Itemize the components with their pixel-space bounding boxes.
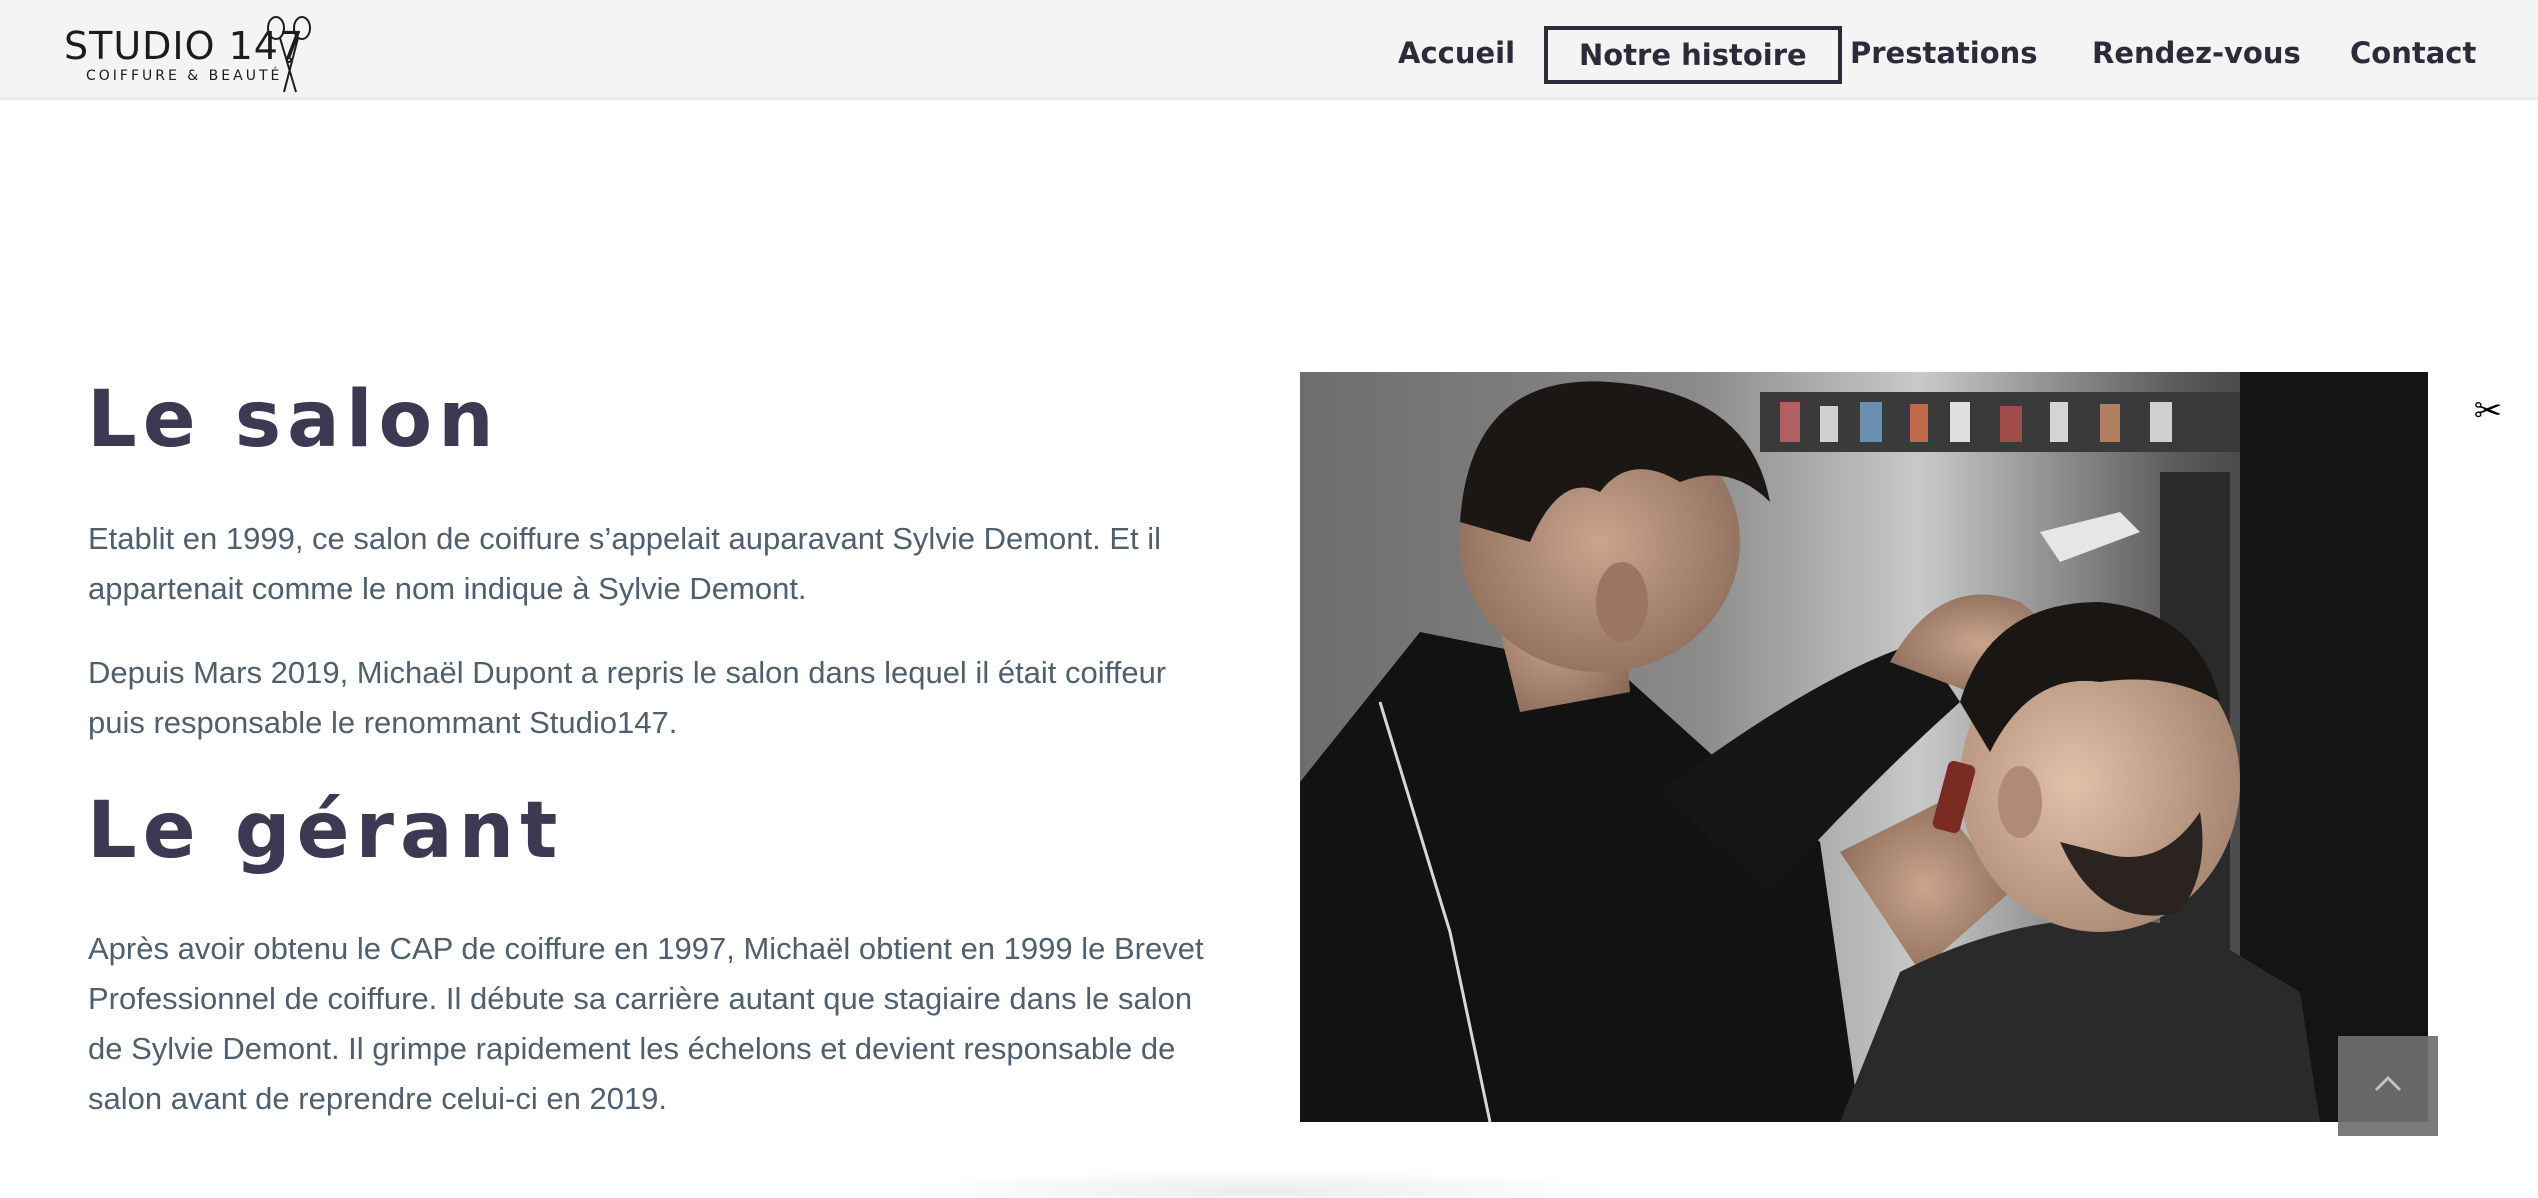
nav-contact[interactable]: Contact [2350, 26, 2476, 84]
logo-subtitle: COIFFURE & BEAUTÉ [86, 68, 283, 84]
salon-paragraph-2: Depuis Mars 2019, Michaël Dupont a repri… [88, 655, 1167, 740]
bottom-shadow-decoration [900, 1170, 1620, 1198]
gerant-paragraph: Après avoir obtenu le CAP de coiffure en… [88, 931, 1204, 1116]
barber-photo-illustration [1300, 372, 2428, 1122]
site-logo[interactable]: STUDIO 147 COIFFURE & BEAUTÉ [62, 14, 322, 98]
scissors-icon [267, 16, 311, 93]
gerant-heading: Le gérant [87, 786, 564, 876]
site-header: STUDIO 147 COIFFURE & BEAUTÉ Accueil Not… [0, 0, 2538, 100]
nav-accueil[interactable]: Accueil [1398, 26, 1515, 84]
nav-prestations[interactable]: Prestations [1850, 26, 2038, 84]
chevron-up-icon [2374, 1075, 2402, 1092]
scroll-to-top-button[interactable] [2338, 1036, 2438, 1136]
nav-notre-histoire[interactable]: Notre histoire [1544, 26, 1842, 84]
salon-paragraph-1: Etablit en 1999, ce salon de coiffure s’… [88, 521, 1162, 606]
scissors-cursor-icon[interactable]: ✂ [2470, 393, 2506, 429]
barber-photo [1300, 372, 2428, 1122]
salon-heading: Le salon [87, 375, 500, 465]
nav-rendez-vous[interactable]: Rendez-vous [2092, 26, 2301, 84]
